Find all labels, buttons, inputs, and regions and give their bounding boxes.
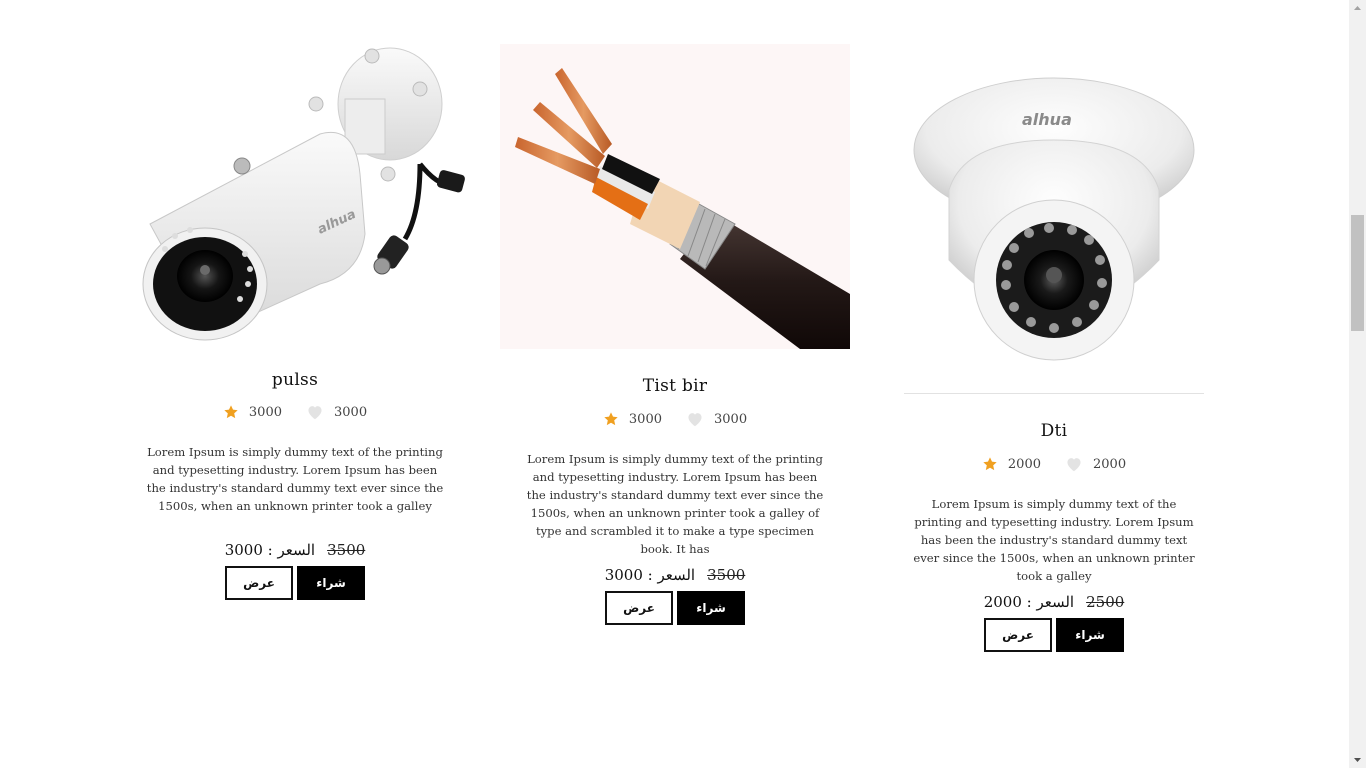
price-row: السعر : 3000 3500 [500,566,850,584]
scroll-down-arrow-icon[interactable] [1349,751,1366,768]
view-button[interactable]: عرض [984,618,1052,652]
svg-text:alhua: alhua [1022,110,1072,129]
likes-count: 3000 [334,404,368,420]
buy-button[interactable]: شراء [677,591,745,625]
scroll-up-arrow-icon[interactable] [1349,0,1366,17]
star-icon [983,457,997,471]
heart-icon[interactable] [1065,456,1083,472]
heart-icon[interactable] [686,411,704,427]
vertical-scrollbar[interactable] [1349,0,1366,768]
price-current: السعر : 3000 [224,541,316,559]
likes-stat: 3000 [306,404,367,420]
rating-count: 3000 [248,404,282,420]
rating-count: 2000 [1007,456,1041,472]
rating-count: 3000 [628,411,662,427]
star-icon [224,405,238,419]
product-description: Lorem Ipsum is simply dummy text of the … [146,445,444,513]
view-button[interactable]: عرض [225,566,293,600]
likes-count: 2000 [1093,456,1127,472]
star-icon [604,412,618,426]
likes-stat: 3000 [686,411,747,427]
product-image-dome-camera[interactable]: alhua [904,70,1204,370]
rating-stat: 3000 [603,411,662,427]
scrollbar-thumb[interactable] [1351,215,1364,331]
heart-icon[interactable] [306,404,324,420]
action-buttons: شراء عرض [120,566,470,600]
product-card: alhua pulss 3000 3000 Lorem Ipsum is sim… [120,0,470,620]
price-old: 3500 [707,566,746,584]
product-stats: 2000 2000 [904,456,1204,472]
product-title[interactable]: pulss [120,370,470,390]
product-description: Lorem Ipsum is simply dummy text of the … [526,452,824,556]
product-card: alhua Dti 2000 2000 Lorem Ipsum is simpl… [904,0,1204,660]
view-button[interactable]: عرض [605,591,673,625]
price-row: السعر : 2000 2500 [904,593,1204,611]
rating-stat: 2000 [982,456,1041,472]
product-image-copper-cable[interactable] [500,44,850,349]
product-stats: 3000 3000 [500,411,850,427]
buy-button[interactable]: شراء [1056,618,1124,652]
product-image-bullet-camera[interactable]: alhua [120,44,470,344]
product-title[interactable]: Tist bir [500,376,850,396]
divider [904,393,1204,394]
price-old: 2500 [1086,593,1125,611]
buy-button[interactable]: شراء [297,566,365,600]
product-title[interactable]: Dti [904,421,1204,441]
price-current: السعر : 2000 [983,593,1075,611]
price-row: السعر : 3000 3500 [120,541,470,559]
product-grid: alhua pulss 3000 3000 Lorem Ipsum is sim… [0,0,1349,768]
product-stats: 3000 3000 [120,404,470,420]
action-buttons: شراء عرض [904,618,1204,652]
product-card: Tist bir 3000 3000 Lorem Ipsum is simply… [500,0,850,640]
likes-count: 3000 [714,411,748,427]
likes-stat: 2000 [1065,456,1126,472]
product-description: Lorem Ipsum is simply dummy text of the … [913,497,1195,583]
rating-stat: 3000 [223,404,282,420]
action-buttons: شراء عرض [500,591,850,625]
price-current: السعر : 3000 [604,566,696,584]
price-old: 3500 [327,541,366,559]
